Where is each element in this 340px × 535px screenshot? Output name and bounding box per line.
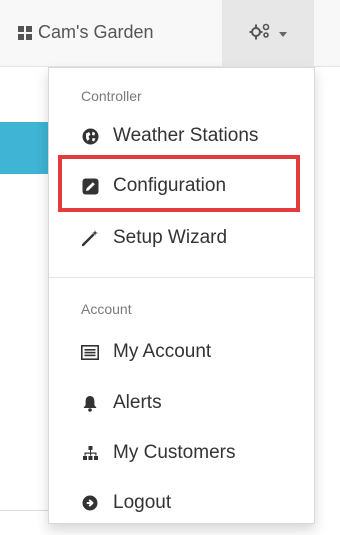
settings-dropdown-menu: Controller Weather Stations Configuratio… [48, 67, 315, 524]
settings-dropdown-toggle[interactable] [222, 0, 314, 67]
brand-label: Cam's Garden [38, 22, 154, 42]
grid-icon [18, 25, 32, 40]
account-section-header: Account [81, 301, 132, 317]
sitemap-icon [81, 444, 99, 462]
menu-item-my-customers[interactable]: My Customers [49, 431, 314, 475]
magic-wand-icon [81, 229, 99, 247]
circle-arrow-right-icon [81, 494, 99, 512]
menu-divider [49, 277, 314, 278]
globe-icon [81, 127, 99, 145]
chevron-down-icon [279, 32, 287, 37]
bell-icon [81, 394, 99, 412]
menu-item-my-account[interactable]: My Account [49, 330, 314, 374]
top-navbar: Cam's Garden [0, 0, 340, 67]
menu-item-label: Alerts [113, 392, 162, 413]
page-banner-edge [0, 122, 48, 174]
edit-icon [81, 177, 99, 195]
menu-item-alerts[interactable]: Alerts [49, 381, 314, 425]
controller-section-header: Controller [81, 88, 142, 104]
menu-item-label: Weather Stations [113, 125, 259, 146]
brand-link[interactable]: Cam's Garden [18, 22, 153, 43]
menu-item-label: My Account [113, 341, 212, 362]
page-divider [0, 510, 48, 511]
menu-item-setup-wizard[interactable]: Setup Wizard [49, 216, 314, 260]
menu-item-label: My Customers [113, 442, 236, 463]
list-alt-icon [81, 343, 99, 361]
menu-item-label: Logout [113, 492, 172, 513]
gears-icon [249, 22, 271, 45]
menu-item-configuration[interactable]: Configuration [49, 164, 314, 208]
menu-item-logout[interactable]: Logout [49, 481, 314, 523]
menu-item-label: Setup Wizard [113, 227, 228, 248]
menu-item-label: Configuration [113, 175, 227, 196]
menu-item-weather-stations[interactable]: Weather Stations [49, 114, 314, 158]
